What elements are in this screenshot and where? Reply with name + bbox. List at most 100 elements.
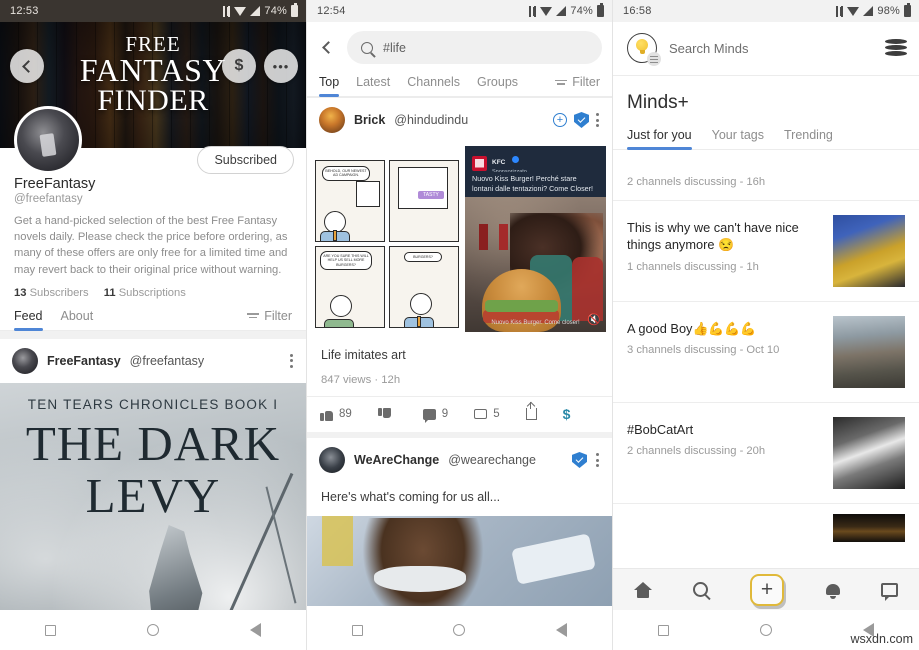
mute-icon[interactable]: 🔇 (587, 313, 601, 326)
profile-stats: 13 Subscribers 11 Subscriptions (14, 287, 292, 299)
comment-button[interactable]: 9 (422, 408, 448, 423)
trending-thumbnail[interactable] (833, 417, 905, 489)
filter-button-panel2[interactable]: Filter (555, 75, 600, 96)
tab-trending[interactable]: Trending (784, 128, 833, 149)
tab-about[interactable]: About (61, 309, 94, 330)
tab-groups[interactable]: Groups (477, 75, 518, 96)
post-header-brick: Brick @hindudindu + (307, 97, 612, 142)
vibrate-icon (836, 5, 844, 17)
battery-percent: 74% (264, 5, 287, 17)
bottom-navigation-bar: + (613, 568, 919, 610)
wifi-icon (847, 6, 860, 16)
post-image-wearechange[interactable] (307, 516, 612, 606)
signal-icon (250, 6, 261, 16)
dislike-button[interactable] (378, 408, 397, 421)
post-menu-icon[interactable] (596, 111, 600, 130)
post-menu-icon[interactable] (290, 351, 294, 370)
like-button[interactable]: 89 (320, 408, 352, 421)
tab-channels[interactable]: Channels (407, 75, 460, 96)
back-icon[interactable] (555, 623, 567, 637)
tab-top[interactable]: Top (319, 75, 340, 97)
subscribers-count: 13 (14, 286, 27, 299)
post-caption: Here's what's coming for us all... (321, 490, 501, 504)
nav-search-button[interactable] (693, 582, 709, 597)
tip-button[interactable]: $ (222, 49, 256, 83)
search-back-button[interactable] (315, 41, 339, 54)
search-icon (693, 582, 709, 597)
post-username[interactable]: FreeFantasy (47, 354, 121, 368)
back-button[interactable] (10, 49, 44, 83)
subscribed-button[interactable]: Subscribed (197, 146, 294, 174)
trending-thumbnail[interactable] (833, 514, 905, 542)
tokens-icon[interactable] (885, 39, 907, 57)
android-nav-wrap-3: wsxdn.com (613, 610, 919, 650)
menu-stack-icon (647, 52, 661, 66)
profile-tabs: Feed About (14, 309, 94, 331)
video-caption: Nuovo Kiss Burger! Perché stare lontani … (465, 172, 606, 198)
video-cta-text: Nuovo Kiss Burger. Come closer! (491, 320, 580, 326)
post-avatar[interactable] (319, 107, 345, 133)
post-video-kfc[interactable]: KFC Sponsorizzato Nuovo Kiss Burger! Per… (465, 146, 606, 332)
recents-icon[interactable] (352, 624, 364, 636)
trending-item-partial[interactable]: 2 channels discussing - 16h (613, 150, 919, 201)
nav-compose-button[interactable]: + (749, 573, 784, 606)
like-count: 89 (339, 408, 352, 420)
post-caption: Life imitates art (321, 348, 406, 362)
more-options-button[interactable]: ••• (264, 49, 298, 83)
share-button[interactable] (525, 402, 537, 420)
trending-item[interactable]: #BobCatArt 2 channels discussing - 20h (613, 403, 919, 504)
recents-icon[interactable] (45, 624, 57, 636)
post-header-wearechange: WeAreChange @wearechange (307, 438, 612, 482)
plus-badge-icon[interactable]: + (553, 113, 567, 127)
minds-logo-icon[interactable] (627, 33, 661, 66)
post-avatar[interactable] (12, 347, 38, 374)
post-menu-icon[interactable] (596, 451, 600, 470)
dollar-icon: $ (562, 406, 571, 422)
trending-item[interactable]: This is why we can't have nice things an… (613, 201, 919, 302)
dollar-icon: $ (234, 57, 244, 74)
tab-latest[interactable]: Latest (356, 75, 390, 96)
cover-title-line-2: LEVY (85, 467, 221, 523)
home-icon[interactable] (146, 624, 159, 636)
thumb-down-icon (378, 408, 391, 421)
post-handle[interactable]: @wearechange (448, 453, 536, 467)
search-minds-input[interactable]: Search Minds (669, 41, 748, 56)
status-bar-panel3: 16:58 98% (613, 0, 919, 22)
verified-badge-icon (511, 156, 519, 164)
channel-avatar[interactable] (14, 106, 82, 174)
comic-easel (398, 167, 448, 209)
remind-count: 5 (493, 408, 500, 420)
trending-item[interactable]: A good Boy👍💪💪💪 3 channels discussing - O… (613, 302, 919, 403)
post-username[interactable]: Brick (354, 113, 385, 127)
trending-thumbnail[interactable] (833, 215, 905, 287)
post-image-book-cover[interactable]: TEN TEARS CHRONICLES BOOK I THE DARK LEV… (0, 382, 306, 635)
remind-button[interactable]: 5 (474, 408, 500, 420)
back-icon[interactable] (249, 623, 261, 637)
home-icon[interactable] (453, 624, 466, 636)
trending-thumbnail[interactable] (833, 316, 905, 388)
home-icon[interactable] (759, 624, 772, 636)
trending-title: A good Boy👍💪💪💪 (627, 321, 757, 336)
post-username[interactable]: WeAreChange (354, 453, 439, 467)
post-avatar[interactable] (319, 447, 345, 473)
tip-button[interactable]: $ (563, 406, 571, 422)
nav-messages-button[interactable] (881, 582, 899, 601)
tab-just-for-you[interactable]: Just for you (627, 128, 692, 150)
filter-icon (247, 311, 260, 320)
tab-your-tags[interactable]: Your tags (712, 128, 764, 149)
chat-icon (881, 582, 899, 601)
post-handle[interactable]: @hindudindu (394, 113, 468, 127)
subscriptions-stat[interactable]: 11 Subscriptions (104, 287, 186, 299)
nav-notifications-button[interactable] (825, 582, 840, 599)
search-input[interactable]: #life (347, 31, 602, 64)
recents-icon[interactable] (658, 624, 670, 636)
filter-button-panel1[interactable]: Filter (247, 309, 292, 330)
trending-item-cut-off[interactable] (613, 504, 919, 542)
android-nav-wrap-1 (0, 610, 306, 650)
battery-icon (904, 3, 911, 17)
nav-home-button[interactable] (633, 581, 652, 598)
post-handle[interactable]: @freefantasy (130, 354, 205, 368)
tab-feed[interactable]: Feed (14, 309, 43, 331)
post-image-comic[interactable]: BEHOLD, OUR NEWEST AD CAMPAIGN. TASTY AR… (307, 142, 465, 336)
subscribers-stat[interactable]: 13 Subscribers (14, 287, 89, 299)
